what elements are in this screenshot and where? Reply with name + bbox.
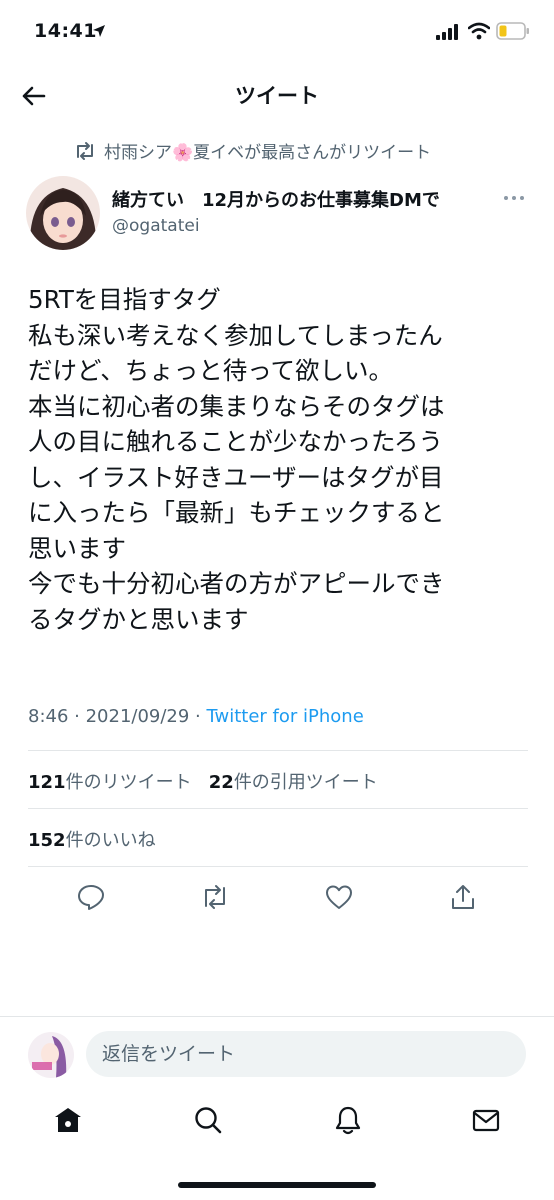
battery-icon: [496, 22, 529, 40]
retweet-quote-stats: 121件のリツイート 22件の引用ツイート: [28, 768, 378, 794]
tweet-line: だけど、ちょっと待って欲しい。: [28, 356, 394, 385]
divider: [28, 750, 528, 751]
avatar[interactable]: [26, 176, 100, 250]
quotes-link[interactable]: 22件の引用ツイート: [209, 772, 378, 793]
divider: [28, 808, 528, 809]
divider: [0, 1016, 554, 1017]
search-icon[interactable]: [192, 1104, 224, 1136]
tweet-timestamp: 8:46 · 2021/09/29 ·: [28, 706, 207, 727]
retweet-notice[interactable]: 村雨シア🌸夏イベが最高さんがリツイート: [74, 138, 431, 163]
cellular-signal-icon: [436, 24, 458, 40]
retweets-label: 件のリツイート: [65, 772, 192, 793]
quotes-label: 件の引用ツイート: [233, 772, 378, 793]
messages-icon[interactable]: [470, 1104, 502, 1136]
quotes-count: 22: [208, 772, 234, 793]
tweet-line: 5RTを目指すタグ: [28, 285, 221, 314]
home-indicator: [178, 1182, 376, 1188]
likes-label: 件のいいね: [65, 830, 156, 851]
tweet-line: 今でも十分初心者の方がアピールでき: [28, 569, 445, 598]
user-avatar[interactable]: [28, 1032, 74, 1078]
wifi-icon: [468, 22, 490, 40]
reply-input[interactable]: 返信をツイート: [86, 1031, 526, 1077]
retweets-count: 121: [28, 772, 66, 793]
author-name[interactable]: 緒方てい 12月からのお仕事募集DMで: [112, 186, 440, 212]
retweet-notice-text: 村雨シア🌸夏イベが最高さんがリツイート: [104, 143, 432, 163]
like-icon[interactable]: [324, 882, 354, 912]
author-handle[interactable]: @ogatatei: [112, 216, 200, 236]
tweet-line: 私も深い考えなく参加してしまったん: [28, 320, 443, 350]
location-arrow-icon: [93, 25, 105, 37]
retweet-icon: [77, 141, 93, 160]
page-title: ツイート: [235, 84, 319, 108]
tweet-meta: 8:46 · 2021/09/29 · Twitter for iPhone: [28, 706, 364, 727]
home-icon[interactable]: [52, 1104, 84, 1136]
tweet-text: 5RTを目指すタグ 私も深い考えなく参加してしまったん だけど、ちょっと待って欲…: [28, 282, 538, 637]
status-time: 14:41: [34, 20, 97, 42]
tweet-source-link[interactable]: Twitter for iPhone: [207, 706, 364, 727]
divider: [28, 866, 528, 867]
tweet-line: 本当に初心者の集まりならそのタグは: [28, 391, 445, 421]
likes-stats[interactable]: 152件のいいね: [28, 826, 156, 852]
more-options-icon[interactable]: [498, 188, 530, 208]
notifications-icon[interactable]: [332, 1104, 364, 1136]
retweets-link[interactable]: 121件のリツイート: [28, 772, 192, 793]
tweet-line: 人の目に触れることが少なかったろう: [28, 427, 444, 456]
tweet-line: し、イラスト好きユーザーはタグが目: [28, 462, 444, 492]
reply-icon[interactable]: [76, 882, 106, 912]
share-icon[interactable]: [448, 882, 478, 912]
tweet-line: 思います: [28, 533, 126, 563]
retweet-icon[interactable]: [200, 882, 230, 912]
likes-count: 152: [28, 830, 66, 851]
tweet-line: に入ったら「最新」もチェックすると: [28, 498, 445, 527]
tweet-line: るタグかと思います: [28, 604, 249, 634]
